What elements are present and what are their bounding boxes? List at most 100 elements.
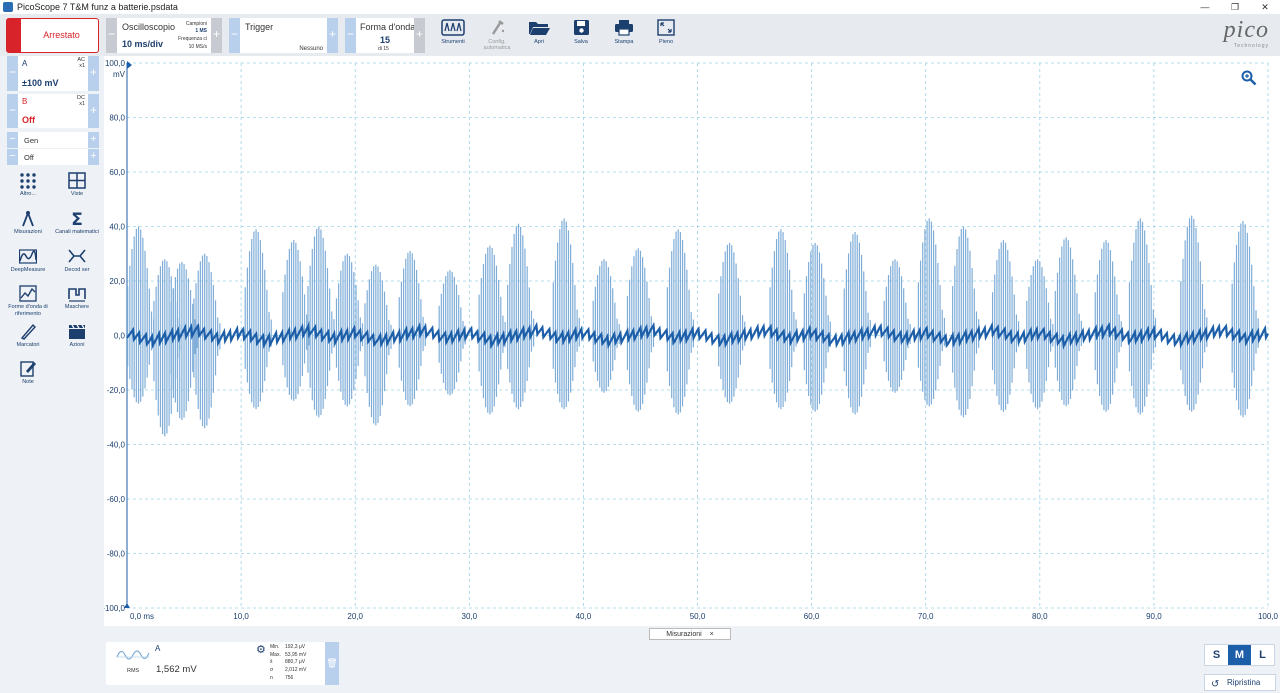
- sidebar-item-more[interactable]: Altro...: [5, 172, 51, 198]
- generator-state-next[interactable]: +: [88, 149, 99, 165]
- channel-b-control[interactable]: − B DC x1 Off +: [7, 94, 99, 128]
- measurement-channel: A: [155, 644, 161, 653]
- zoom-icon[interactable]: [1241, 70, 1257, 86]
- auto-setup-button[interactable]: Config. automatica: [478, 17, 516, 53]
- size-m-button[interactable]: M: [1228, 645, 1251, 665]
- math-channels-icon: Σ: [71, 210, 83, 227]
- x-tick-label: 20,0: [347, 612, 363, 621]
- generator-prev[interactable]: −: [7, 132, 18, 148]
- stat-stddev: σ 2,012 mV: [270, 667, 307, 674]
- stat-count: n 756: [270, 674, 294, 681]
- sidebar-item-notes[interactable]: Note: [5, 360, 51, 386]
- channel-b-range-decrease[interactable]: −: [7, 94, 18, 128]
- trigger-decrease-button[interactable]: −: [229, 18, 240, 53]
- sidebar-item-masks[interactable]: Maschere: [54, 285, 100, 311]
- waveform-current[interactable]: 15: [380, 35, 390, 45]
- sidebar-item-masks-label: Maschere: [64, 304, 90, 310]
- sidebar-item-serial-decode-label: Decod ser: [64, 267, 90, 273]
- generator-state-row[interactable]: − Off +: [7, 149, 99, 165]
- instruments-button[interactable]: Strumenti: [434, 17, 472, 53]
- channel-b-range[interactable]: Off: [22, 115, 35, 125]
- measurement-value: 1,562 mV: [156, 664, 197, 675]
- sidebar-item-math-channels[interactable]: Σ Canali matematici: [54, 210, 100, 236]
- waveform-buffer-control[interactable]: − Forma d'onda 15 di 15 +: [345, 18, 425, 53]
- trigger-mode[interactable]: Nessuno: [299, 46, 323, 52]
- timebase-value[interactable]: 10 ms/div: [122, 39, 163, 49]
- channel-b-coupling[interactable]: DC x1: [77, 95, 85, 107]
- trigger-control[interactable]: − Trigger Nessuno +: [229, 18, 338, 53]
- more-icon: [20, 173, 36, 189]
- next-waveform-button[interactable]: +: [414, 18, 425, 53]
- print-icon: [615, 20, 633, 36]
- sidebar-item-deepmeasure-label: DeepMeasure: [10, 267, 46, 273]
- masks-icon: [68, 288, 86, 302]
- waveform-chart[interactable]: 100,0 80,0 60,0 40,0 20,0 0,0 -20,0 -40,0 -60,0 -…: [104, 56, 1280, 626]
- close-button[interactable]: ✕: [1250, 0, 1280, 14]
- run-stop-button[interactable]: Arrestato: [6, 18, 99, 53]
- reset-label: Ripristina: [1227, 678, 1261, 687]
- timebase-control[interactable]: − Oscilloscopio 10 ms/div Campioni 1 MS …: [106, 18, 222, 53]
- notes-icon: [20, 361, 36, 377]
- generator-state-prev[interactable]: −: [7, 149, 18, 165]
- print-button[interactable]: Stampa: [605, 17, 643, 53]
- previous-waveform-button[interactable]: −: [345, 18, 356, 53]
- x-tick-label: 10,0: [233, 612, 249, 621]
- sidebar-item-views[interactable]: Viste: [54, 172, 100, 198]
- waveform-total: di 15: [378, 46, 389, 52]
- y-tick-label: -60,0: [107, 495, 126, 504]
- tab-measurements[interactable]: Misurazioni ×: [649, 628, 731, 640]
- sidebar-item-reference-waveforms[interactable]: Forme d'onda di riferimento: [5, 285, 51, 317]
- channel-a-coupling[interactable]: AC x1: [77, 57, 85, 69]
- minimize-button[interactable]: —: [1190, 0, 1220, 14]
- y-tick-label: 0,0: [114, 332, 126, 341]
- y-tick-label: 40,0: [109, 223, 125, 232]
- gear-icon[interactable]: ⚙: [256, 643, 266, 656]
- generator-row[interactable]: − Gen +: [7, 132, 99, 148]
- sidebar-item-deepmeasure[interactable]: DeepMeasure: [5, 248, 51, 274]
- trigger-increase-button[interactable]: +: [327, 18, 338, 53]
- samples-value[interactable]: 1 MS: [195, 28, 207, 34]
- maximize-button[interactable]: ❐: [1220, 0, 1250, 14]
- fullscreen-button[interactable]: Pieno: [647, 17, 685, 53]
- trash-icon: 🗑: [326, 658, 338, 668]
- samples-label: Campioni: [185, 21, 207, 27]
- sidebar-item-actions-label: Azioni: [69, 342, 85, 348]
- sidebar-item-measurements[interactable]: Misurazioni: [5, 210, 51, 236]
- size-s-button[interactable]: S: [1205, 645, 1228, 665]
- sidebar-item-actions[interactable]: Azioni: [54, 323, 100, 349]
- x-tick-label: 100,0: [1258, 612, 1279, 621]
- save-button[interactable]: Salva: [562, 17, 600, 53]
- reference-waveform-icon: [19, 285, 37, 302]
- channel-b-range-increase[interactable]: +: [88, 94, 99, 128]
- open-button[interactable]: Apri: [520, 17, 558, 53]
- sidebar-item-serial-decode[interactable]: Decod ser: [54, 248, 100, 274]
- tab-measurements-label: Misurazioni: [666, 631, 702, 638]
- x-tick-label: 90,0: [1146, 612, 1162, 621]
- sidebar-item-rulers[interactable]: Marcatori: [5, 323, 51, 349]
- generator-next[interactable]: +: [88, 132, 99, 148]
- measurement-card[interactable]: RMS A 1,562 mV ⚙ Min. 192,3 μV Max. 53,95 …: [106, 642, 339, 685]
- waveform-label: Forma d'onda: [360, 22, 416, 32]
- save-label: Salva: [574, 39, 588, 45]
- y-unit-label: mV: [113, 70, 126, 79]
- timebase-increase-button[interactable]: +: [211, 18, 222, 53]
- reset-button[interactable]: ↺ Ripristina: [1204, 674, 1276, 691]
- scope-view[interactable]: 100,0 80,0 60,0 40,0 20,0 0,0 -20,0 -40,0 -60,0 -…: [104, 56, 1280, 626]
- x-tick-label: 80,0: [1032, 612, 1048, 621]
- auto-setup-label: Config. automatica: [483, 39, 511, 51]
- y-tick-label: 60,0: [109, 168, 125, 177]
- tab-close-icon[interactable]: ×: [710, 631, 714, 638]
- size-l-button[interactable]: L: [1251, 645, 1274, 665]
- x-tick-label: 70,0: [918, 612, 934, 621]
- instruments-label: Strumenti: [441, 39, 465, 45]
- logo-subtext: Technology: [1233, 43, 1269, 49]
- generator-state: Off: [24, 153, 34, 162]
- channel-a-range[interactable]: ±100 mV: [22, 78, 58, 88]
- channel-a-range-increase[interactable]: +: [88, 56, 99, 91]
- channel-a-control[interactable]: − A AC x1 ±100 mV +: [7, 56, 99, 91]
- sidebar-item-rulers-label: Marcatori: [16, 342, 40, 348]
- timebase-decrease-button[interactable]: −: [106, 18, 117, 53]
- delete-measurement-button[interactable]: 🗑: [325, 642, 339, 685]
- trigger-label: Trigger: [245, 22, 274, 32]
- channel-a-range-decrease[interactable]: −: [7, 56, 18, 91]
